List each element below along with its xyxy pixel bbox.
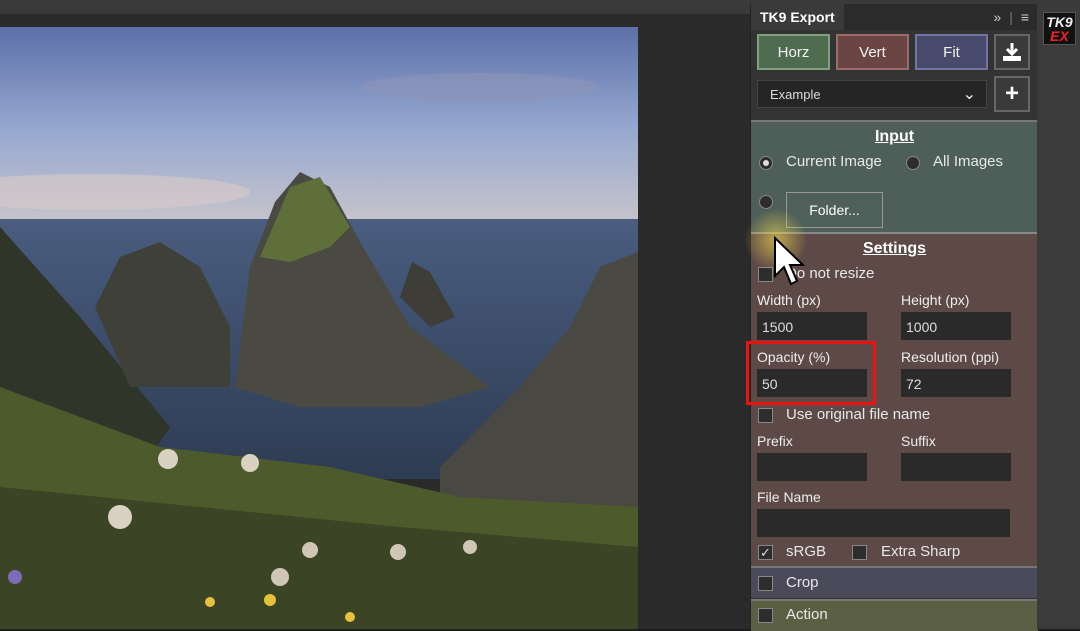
suffix-label: Suffix <box>901 433 936 449</box>
document-photo <box>0 27 638 629</box>
action-checkbox[interactable] <box>758 608 773 623</box>
panel-title-tab[interactable]: TK9 Export <box>751 4 844 30</box>
logo-line-2: EX <box>1050 28 1069 44</box>
input-title: Input <box>874 128 915 145</box>
mouse-pointer-icon <box>773 235 807 293</box>
preset-select[interactable]: Example ⌄ <box>757 80 987 108</box>
crop-label: Crop <box>786 574 819 591</box>
chevron-down-icon: ⌄ <box>962 86 976 103</box>
folder-radio[interactable] <box>759 195 773 209</box>
extra-sharp-checkbox[interactable] <box>852 545 867 560</box>
extra-sharp-label: Extra Sharp <box>881 543 961 560</box>
action-label: Action <box>786 606 828 623</box>
current-image-radio[interactable] <box>759 156 773 170</box>
suffix-field[interactable] <box>901 453 1011 481</box>
divider: | <box>1009 9 1013 25</box>
preset-value: Example <box>770 87 821 102</box>
right-toolbar: TK9 EX <box>1037 4 1080 629</box>
use-original-label: Use original file name <box>786 406 931 423</box>
action-section[interactable]: Action <box>751 599 1038 631</box>
vert-button[interactable]: Vert <box>836 34 909 70</box>
fit-button[interactable]: Fit <box>915 34 988 70</box>
horz-button[interactable]: Horz <box>757 34 830 70</box>
height-field[interactable]: 1000 <box>901 312 1011 340</box>
download-icon <box>1003 43 1021 61</box>
resolution-label: Resolution (ppi) <box>901 349 1000 365</box>
panel-controls: » | ≡ <box>993 9 1037 25</box>
prefix-label: Prefix <box>757 433 793 449</box>
height-label: Height (px) <box>901 292 970 308</box>
crop-checkbox[interactable] <box>758 576 773 591</box>
current-image-label: Current Image <box>786 153 882 170</box>
srgb-label: sRGB <box>786 543 827 560</box>
file-name-label: File Name <box>757 489 821 505</box>
tk9-export-panel: TK9 Export » | ≡ Horz Vert Fit Example ⌄… <box>750 4 1038 631</box>
resolution-field[interactable]: 72 <box>901 369 1011 397</box>
use-original-checkbox[interactable] <box>758 408 773 423</box>
width-field[interactable]: 1500 <box>757 312 867 340</box>
file-name-field[interactable] <box>757 509 1010 537</box>
panel-header: TK9 Export » | ≡ <box>751 4 1037 30</box>
crop-section[interactable]: Crop <box>751 566 1038 598</box>
width-label: Width (px) <box>757 292 821 308</box>
all-images-radio[interactable] <box>906 156 920 170</box>
prefix-field[interactable] <box>757 453 867 481</box>
double-chevron-right-icon[interactable]: » <box>993 9 1001 25</box>
all-images-label: All Images <box>933 153 1004 170</box>
add-preset-button[interactable]: + <box>994 76 1030 112</box>
download-button[interactable] <box>994 34 1030 70</box>
srgb-checkbox[interactable]: ✓ <box>758 545 773 560</box>
hamburger-menu-icon[interactable]: ≡ <box>1021 9 1029 25</box>
opacity-highlight-box <box>746 341 876 405</box>
plus-icon: + <box>1004 80 1019 107</box>
orientation-buttons: Horz Vert Fit <box>757 34 988 70</box>
tk9-ex-logo-button[interactable]: TK9 EX <box>1043 12 1076 45</box>
logo-line-1: TK9 <box>1046 14 1073 30</box>
